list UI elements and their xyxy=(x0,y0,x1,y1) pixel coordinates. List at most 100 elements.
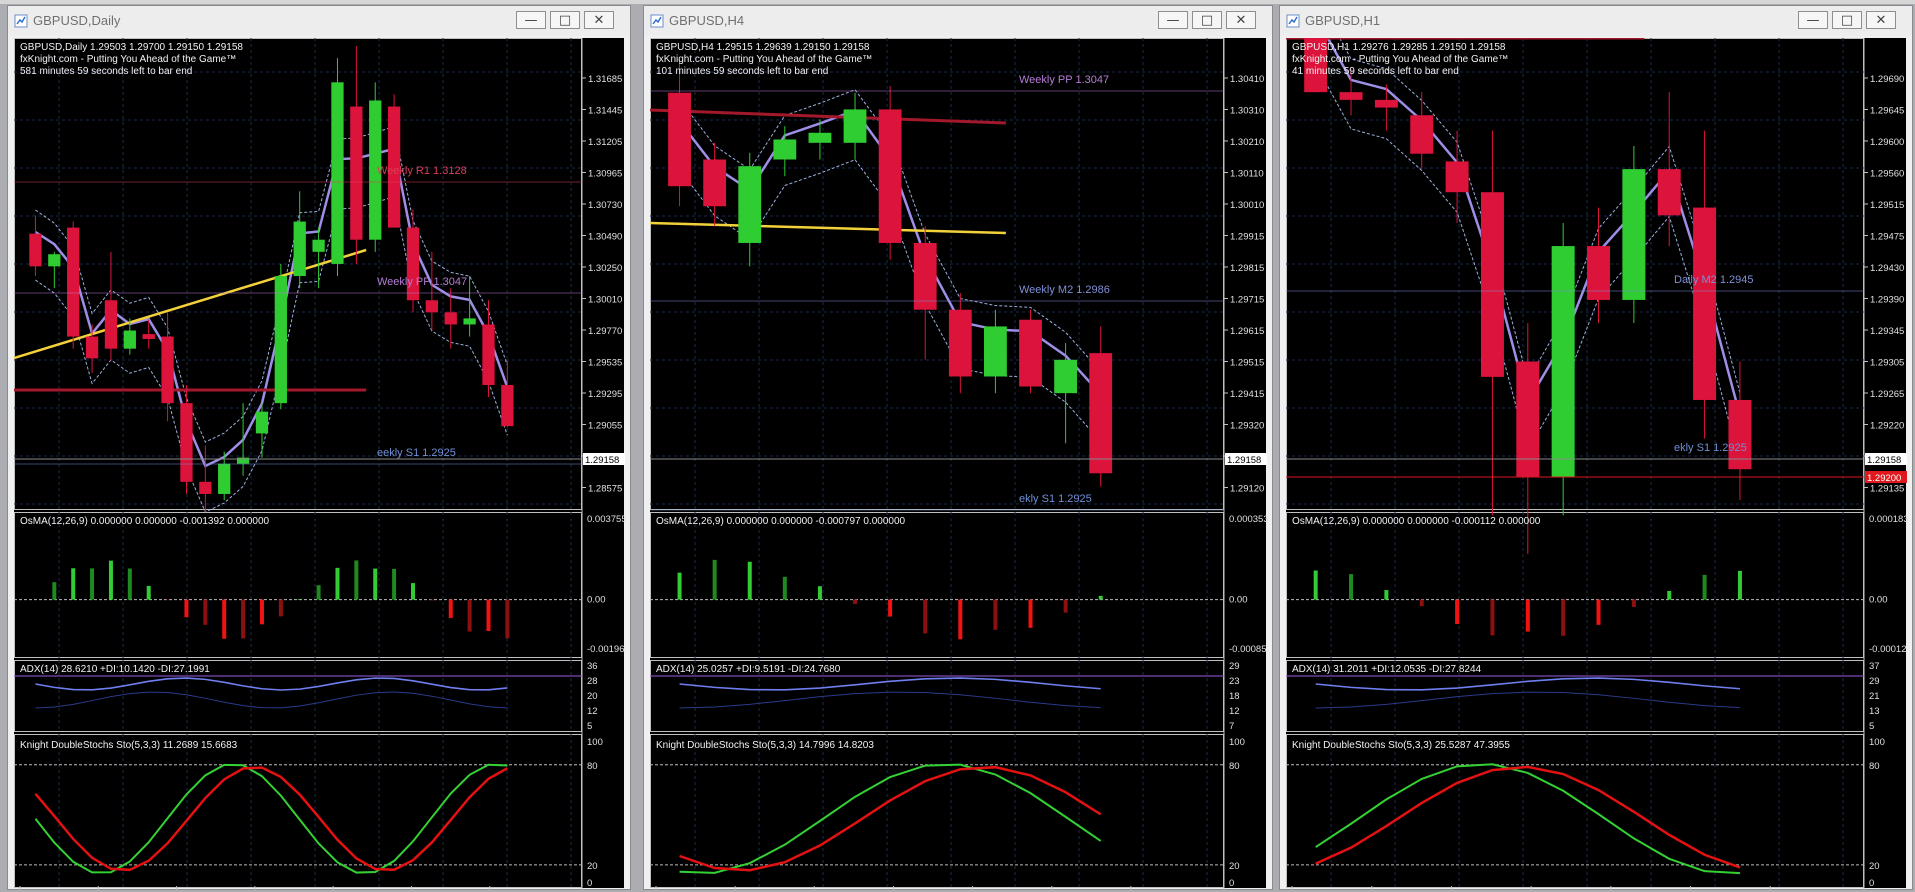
price-tick-label: 1.29220 xyxy=(1870,421,1904,432)
stoch-tick-label: 80 xyxy=(587,761,598,772)
chart-info-timer: 41 minutes 59 seconds left to bar end xyxy=(1292,66,1459,77)
candle-body xyxy=(1693,207,1717,400)
price-tick-label: 1.29715 xyxy=(1230,295,1264,306)
osma-tick-label: -0.000852 xyxy=(1229,644,1268,655)
chart-window-1[interactable]: GBPUSD,H4 — □ ✕ Weekly PP 1.3047 Weekly M… xyxy=(643,5,1273,890)
pane-frame xyxy=(1286,512,1864,658)
candle-body xyxy=(482,324,495,385)
chart-window-icon xyxy=(1286,14,1300,28)
adx-tick-label: 36 xyxy=(587,661,598,672)
osma-bar xyxy=(1631,599,1636,607)
candle-body xyxy=(1374,99,1398,108)
chart-canvas[interactable]: Daily M2 1.2945 ekly S1 1.2925 1.29690 1.29… xyxy=(1286,38,1908,890)
price-tick-label: 1.29305 xyxy=(1870,358,1904,369)
close-button[interactable]: ✕ xyxy=(1226,11,1256,29)
stoch-main-line xyxy=(679,763,1102,874)
osma-bar xyxy=(1596,599,1601,625)
osma-bar xyxy=(1419,599,1424,607)
chart-client-area[interactable]: Weekly R1 1.3128 Weekly PP 1.3047 eekly S1… xyxy=(14,38,626,890)
chart-window-2[interactable]: GBPUSD,H1 — □ ✕ Daily M2 1.2945 ekly S1 1… xyxy=(1279,5,1913,890)
minimize-button[interactable]: — xyxy=(1798,11,1828,29)
chart-client-area[interactable]: Daily M2 1.2945 ekly S1 1.2925 1.29690 1.29… xyxy=(1286,38,1908,890)
title-bar[interactable]: GBPUSD,H1 — □ ✕ xyxy=(1280,6,1912,36)
price-tick-label: 1.31445 xyxy=(588,106,622,117)
osma-bar xyxy=(259,599,264,625)
osma-bar xyxy=(203,599,208,625)
adx-tick-label: 7 xyxy=(1229,721,1234,732)
candle-body xyxy=(123,330,136,349)
long-ma-line xyxy=(650,221,1006,235)
maximize-button[interactable]: □ xyxy=(1832,11,1862,29)
chart-info-tagline: fxKnight.com - Putting You Ahead of the … xyxy=(1292,54,1508,65)
current-price-label: 1.29158 xyxy=(1867,455,1901,466)
adx-tick-label: 5 xyxy=(1869,721,1874,732)
osma-tick-label: 0.00 xyxy=(1229,595,1248,606)
osma-bar xyxy=(241,599,246,639)
chart-info-timer: 581 minutes 59 seconds left to bar end xyxy=(20,66,192,77)
price-tick-label: 1.29415 xyxy=(1230,389,1264,400)
stoch-tick-label: 80 xyxy=(1229,761,1240,772)
candle-body xyxy=(406,227,420,301)
minimize-button[interactable]: — xyxy=(516,11,546,29)
candle-body xyxy=(142,334,155,339)
candle-body xyxy=(668,92,691,187)
title-bar[interactable]: GBPUSD,Daily — □ ✕ xyxy=(8,6,630,36)
candle-body xyxy=(425,300,438,313)
osma-label: OsMA(12,26,9) 0.000000 0.000000 -0.00139… xyxy=(20,516,270,527)
price-tick-label: 1.29120 xyxy=(1230,484,1264,495)
price-tick-label: 1.28575 xyxy=(588,484,622,495)
candle-body xyxy=(48,254,61,267)
candle-body xyxy=(463,318,476,325)
price-tick-label: 1.30410 xyxy=(1230,74,1264,85)
price-tick-label: 1.31685 xyxy=(588,74,622,85)
maximize-icon: □ xyxy=(558,12,572,28)
adx-tick-label: 23 xyxy=(1229,676,1240,687)
current-price-label: 1.29158 xyxy=(1227,455,1261,466)
osma-tick-label: 0.003755 xyxy=(587,514,626,525)
price-tick-label: 1.30110 xyxy=(1230,169,1264,180)
close-button[interactable]: ✕ xyxy=(584,11,614,29)
chart-window-0[interactable]: GBPUSD,Daily — □ ✕ Weekly R1 1.3128 Weekl… xyxy=(7,5,631,890)
osma-bar xyxy=(712,559,717,600)
osma-bar xyxy=(354,560,359,600)
osma-bar xyxy=(505,599,510,639)
candle-body xyxy=(255,411,269,434)
window-title: GBPUSD,H4 xyxy=(669,13,745,28)
chart-client-area[interactable]: Weekly PP 1.3047 Weekly M2 1.2986 ekly S1 … xyxy=(650,38,1268,890)
price-tick-label: 1.29390 xyxy=(1870,295,1904,306)
chart-canvas[interactable]: Weekly PP 1.3047 Weekly M2 1.2986 ekly S1 … xyxy=(650,38,1268,890)
osma-bar xyxy=(448,599,453,618)
close-button[interactable]: ✕ xyxy=(1866,11,1896,29)
maximize-button[interactable]: □ xyxy=(1192,11,1222,29)
window-title: GBPUSD,H1 xyxy=(1305,13,1381,28)
candle-body xyxy=(1054,359,1078,394)
osma-bar xyxy=(747,561,752,600)
stoch-main-line xyxy=(1315,763,1740,875)
osma-tick-label: 0.000353 xyxy=(1229,514,1268,525)
price-tick-label: 1.30250 xyxy=(588,263,622,274)
price-tick-label: 1.30310 xyxy=(1230,106,1264,117)
candle-body xyxy=(984,326,1007,377)
osma-bar xyxy=(146,585,151,600)
minimize-button[interactable]: — xyxy=(1158,11,1188,29)
osma-bar xyxy=(486,599,491,631)
maximize-button[interactable]: □ xyxy=(550,11,580,29)
osma-bar xyxy=(410,583,415,600)
adx-tick-label: 12 xyxy=(587,706,598,717)
price-tick-label: 1.29430 xyxy=(1870,263,1904,274)
di-line xyxy=(1315,691,1740,709)
chart-info-tagline: fxKnight.com - Putting You Ahead of the … xyxy=(656,54,872,65)
candle-body xyxy=(1445,161,1469,193)
adx-tick-label: 20 xyxy=(587,691,598,702)
title-bar[interactable]: GBPUSD,H4 — □ ✕ xyxy=(644,6,1272,36)
chart-canvas[interactable]: Weekly R1 1.3128 Weekly PP 1.3047 eekly S1… xyxy=(14,38,626,890)
candle-body xyxy=(293,221,306,277)
osma-bar xyxy=(429,599,434,601)
osma-bar xyxy=(1525,599,1530,632)
adx-tick-label: 29 xyxy=(1229,661,1240,672)
candle-body xyxy=(738,166,762,243)
stoch-main-line xyxy=(34,763,508,874)
osma-bar xyxy=(1313,570,1318,600)
level-label: Weekly PP 1.3047 xyxy=(377,276,467,288)
stoch-tick-label: 80 xyxy=(1869,761,1880,772)
